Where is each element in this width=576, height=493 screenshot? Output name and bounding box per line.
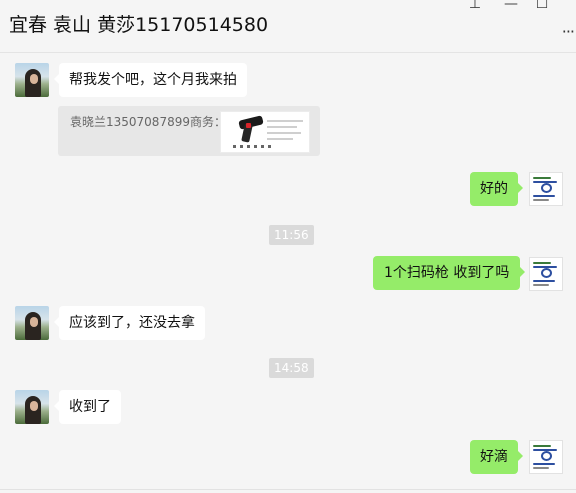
- input-divider: [0, 489, 576, 490]
- message-text: 应该到了，还没去拿: [69, 315, 195, 331]
- chat-title: 宜春 袁山 黄莎15170514580: [9, 14, 269, 36]
- scanner-trigger: [246, 123, 251, 128]
- message-text: 好的: [480, 181, 508, 197]
- my-avatar[interactable]: [529, 257, 563, 291]
- contact-avatar[interactable]: [15, 390, 49, 424]
- contact-avatar[interactable]: [15, 306, 49, 340]
- avatar-line: [533, 195, 555, 197]
- avatar-line: [533, 262, 551, 264]
- product-thumbnail[interactable]: [220, 111, 310, 153]
- avatar-face: [30, 317, 38, 327]
- timestamp: 11:56: [269, 225, 314, 245]
- avatar-line: [533, 280, 555, 282]
- chat-header: 宜春 袁山 黄莎15170514580 ⊥ — ☐ ···: [0, 0, 576, 53]
- message-bubble[interactable]: 好滴: [470, 440, 523, 474]
- thumb-text-line: [267, 126, 297, 128]
- avatar-face: [30, 401, 38, 411]
- quoted-message[interactable]: 袁晓兰13507087899商务：: [58, 106, 320, 156]
- message-bubble[interactable]: 好的: [470, 172, 523, 206]
- avatar-logo: [541, 183, 552, 193]
- contact-avatar[interactable]: [15, 63, 49, 97]
- message-text: 帮我发个吧，这个月我来拍: [69, 72, 237, 88]
- avatar-line: [533, 445, 551, 447]
- avatar-line: [533, 467, 549, 469]
- avatar-line: [533, 199, 549, 201]
- message-bubble[interactable]: 1个扫码枪 收到了吗: [373, 256, 526, 290]
- message-bubble[interactable]: 应该到了，还没去拿: [54, 306, 205, 340]
- avatar-line: [533, 284, 549, 286]
- message-text: 收到了: [69, 399, 111, 415]
- minimize-icon[interactable]: —: [500, 0, 522, 12]
- my-avatar[interactable]: [529, 172, 563, 206]
- message-bubble[interactable]: 收到了: [54, 390, 121, 424]
- avatar-line: [533, 463, 555, 465]
- avatar-line: [533, 177, 551, 179]
- avatar-logo: [541, 268, 552, 278]
- quoted-text: 袁晓兰13507087899商务：: [70, 115, 226, 129]
- message-text: 好滴: [480, 449, 508, 465]
- avatar-logo: [541, 451, 552, 461]
- more-options-icon[interactable]: ···: [562, 22, 575, 41]
- thumb-text-line: [267, 132, 301, 134]
- timestamp: 14:58: [269, 358, 314, 378]
- maximize-icon[interactable]: ☐: [531, 0, 553, 12]
- message-text: 1个扫码枪 收到了吗: [384, 265, 510, 281]
- thumb-accessories: [233, 145, 273, 148]
- avatar-face: [30, 74, 38, 84]
- message-bubble[interactable]: 帮我发个吧，这个月我来拍: [54, 63, 247, 97]
- thumb-text-line: [267, 120, 303, 122]
- pin-icon[interactable]: ⊥: [464, 0, 486, 12]
- my-avatar[interactable]: [529, 440, 563, 474]
- thumb-text-line: [267, 138, 293, 140]
